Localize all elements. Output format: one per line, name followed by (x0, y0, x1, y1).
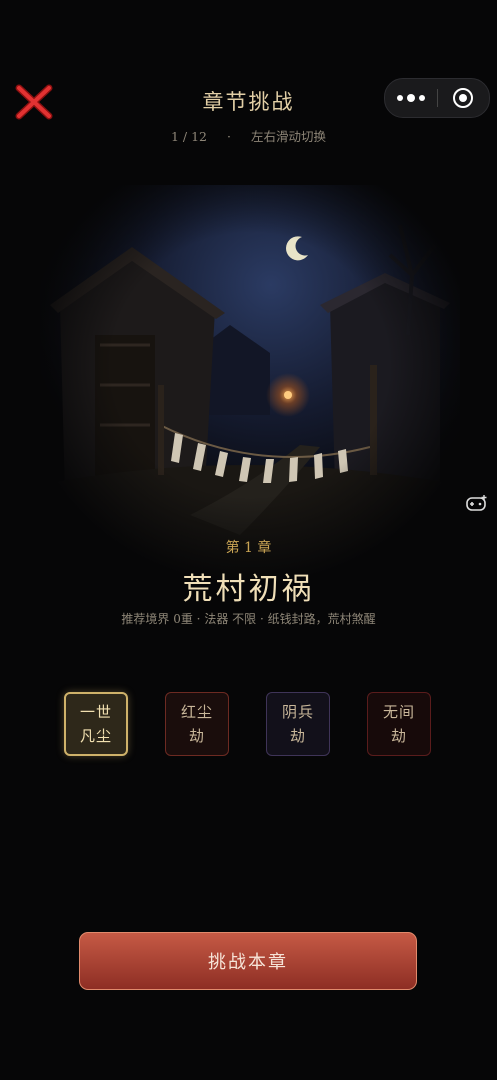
chapter-illustration (40, 185, 460, 585)
chapter-number: 第 1 章 (225, 540, 272, 556)
page-indicator: 1 / 12 (170, 129, 208, 144)
difficulty-label-line2: 凡尘 (79, 727, 112, 745)
miniprogram-capsule (384, 78, 490, 118)
target-icon (453, 88, 473, 108)
difficulty-label-line2: 劫 (390, 727, 407, 745)
chapter-info: 推荐境界 0重 · 法器 不限 · 纸钱封路，荒村煞醒 (121, 612, 376, 626)
subline-separator: · (227, 129, 231, 144)
challenge-button[interactable]: 挑战本章 (79, 932, 417, 990)
difficulty-label-line2: 劫 (188, 727, 205, 745)
swipe-hint: 左右滑动切换 (251, 129, 327, 144)
difficulty-label-line1: 阴兵 (281, 703, 314, 721)
difficulty-option-2[interactable]: 红尘劫 (165, 692, 229, 756)
difficulty-option-3[interactable]: 阴兵劫 (266, 692, 330, 756)
difficulty-option-4[interactable]: 无间劫 (367, 692, 431, 756)
difficulty-label-line2: 劫 (289, 727, 306, 745)
page-subline: 1 / 12 · 左右滑动切换 (0, 126, 497, 145)
more-icon (395, 94, 427, 102)
game-controller-icon[interactable] (466, 494, 488, 512)
chapter-name: 荒村初祸 (182, 572, 315, 607)
exit-miniprogram-button[interactable] (437, 79, 489, 117)
more-button[interactable] (385, 79, 437, 117)
difficulty-label-line1: 一世 (79, 703, 112, 721)
difficulty-label-line1: 无间 (382, 703, 415, 721)
difficulty-label-line1: 红尘 (180, 703, 213, 721)
difficulty-option-1[interactable]: 一世 凡尘 (64, 692, 128, 756)
